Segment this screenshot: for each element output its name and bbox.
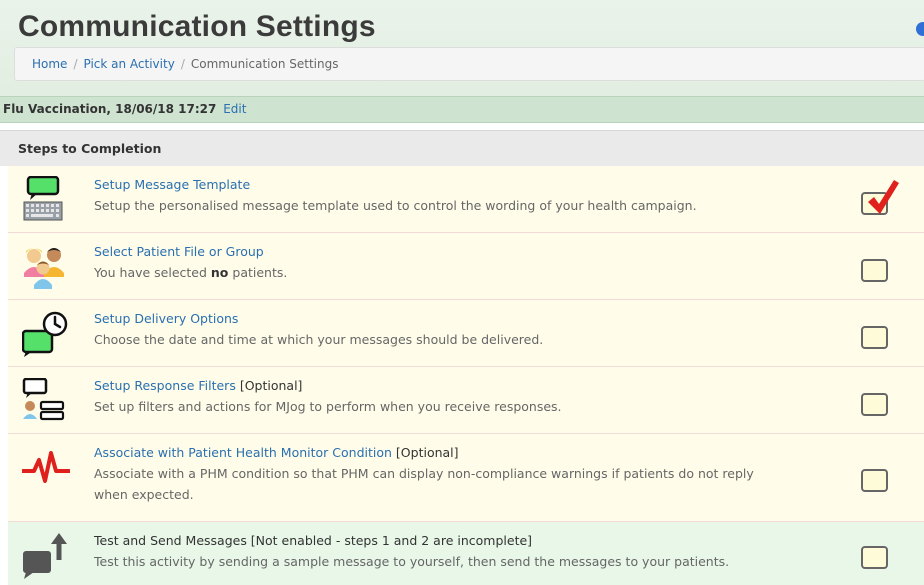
step-row-select-patients: Select Patient File or Group You have se… — [8, 233, 924, 300]
activity-bar: Flu Vaccination, 18/06/18 17:27 Edit — [0, 96, 924, 123]
edit-activity-link[interactable]: Edit — [223, 102, 246, 116]
step-description: Choose the date and time at which your m… — [94, 332, 544, 347]
breadcrumb-current: Communication Settings — [190, 57, 339, 71]
step-description: when expected. — [94, 487, 194, 502]
breadcrumb-home[interactable]: Home — [32, 57, 67, 71]
step-row-message-template: Setup Message Template Setup the persona… — [8, 166, 924, 233]
step-checkbox — [861, 326, 888, 349]
step-text: Associate with Patient Health Monitor Co… — [94, 442, 754, 505]
step-description: Set up filters and actions for MJog to p… — [94, 399, 562, 414]
step-title-link[interactable]: Select Patient File or Group — [94, 244, 264, 259]
optional-tag: [Optional] — [235, 378, 303, 393]
checkmark-icon — [868, 180, 899, 214]
step-text: Test and Send Messages [Not enabled - st… — [94, 530, 729, 572]
step-description-text: You have selected — [94, 265, 211, 280]
message-template-icon — [23, 176, 63, 221]
breadcrumb-separator: / — [180, 57, 185, 71]
step-checkbox — [861, 259, 888, 282]
step-row-phm-condition: Associate with Patient Health Monitor Co… — [8, 434, 924, 522]
breadcrumb-pick-activity[interactable]: Pick an Activity — [83, 57, 174, 71]
step-description-text: patients. — [228, 265, 288, 280]
breadcrumb-separator: / — [73, 57, 78, 71]
breadcrumb: Home / Pick an Activity / Communication Sett… — [14, 47, 924, 81]
step-description-emphasis: no — [210, 265, 229, 280]
step-title: Test and Send Messages [Not enabled - st… — [94, 533, 533, 548]
step-checkbox — [861, 469, 888, 492]
step-checkbox — [861, 393, 888, 416]
step-description: You have selected no patients. — [94, 262, 287, 283]
step-checkbox — [861, 180, 899, 215]
step-title-link[interactable]: Setup Delivery Options — [94, 311, 238, 326]
steps-header: Steps to Completion — [0, 130, 924, 166]
help-icon[interactable] — [916, 22, 924, 36]
step-description: Setup the personalised message template … — [94, 198, 697, 213]
response-filters-icon — [22, 378, 65, 421]
heartbeat-icon — [22, 451, 70, 483]
send-message-icon — [23, 533, 67, 579]
activity-label: Flu Vaccination, 18/06/18 17:27 — [3, 102, 217, 116]
step-checkbox — [861, 546, 888, 569]
step-description: Test this activity by sending a sample m… — [94, 554, 730, 569]
step-row-response-filters: Setup Response Filters [Optional] Set up… — [8, 367, 924, 434]
step-text: Select Patient File or Group You have se… — [94, 241, 287, 283]
delivery-clock-icon — [22, 311, 68, 357]
step-text: Setup Message Template Setup the persona… — [94, 174, 697, 216]
step-row-test-send: Test and Send Messages [Not enabled - st… — [8, 522, 924, 585]
step-text: Setup Delivery Options Choose the date a… — [94, 308, 543, 350]
step-text: Setup Response Filters [Optional] Set up… — [94, 375, 562, 417]
step-row-delivery-options: Setup Delivery Options Choose the date a… — [8, 300, 924, 367]
step-title-link[interactable]: Setup Response Filters — [94, 378, 236, 393]
page-header: Communication Settings Home / Pick an Acti… — [0, 0, 924, 96]
step-title-link[interactable]: Associate with Patient Health Monitor Co… — [94, 445, 392, 460]
step-description: Associate with a PHM condition so that P… — [94, 466, 754, 481]
page-title: Communication Settings — [18, 10, 376, 43]
patients-group-icon — [24, 248, 64, 289]
optional-tag: [Optional] — [391, 445, 459, 460]
step-title-link[interactable]: Setup Message Template — [94, 177, 250, 192]
